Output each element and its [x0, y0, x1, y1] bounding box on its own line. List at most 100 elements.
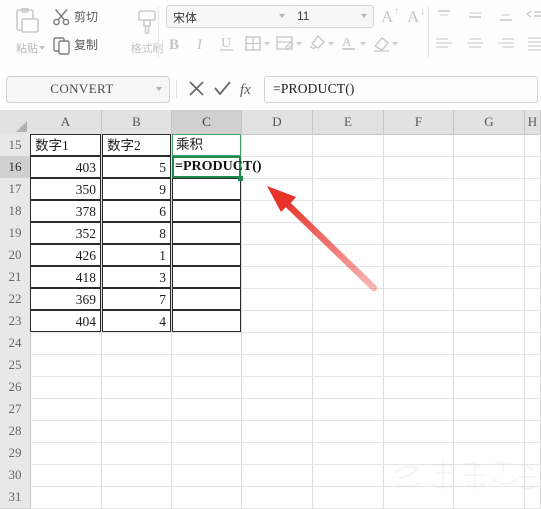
fx-icon[interactable]: fx: [238, 78, 259, 99]
row-header-24[interactable]: 24: [0, 332, 31, 355]
cell-C23[interactable]: [172, 310, 241, 332]
gridline-v: [241, 134, 242, 509]
shrink-font-icon[interactable]: A ↓: [405, 4, 429, 26]
font-size-caret-icon[interactable]: [361, 14, 367, 18]
cell-C17[interactable]: [172, 178, 241, 200]
cell-B17[interactable]: 9: [102, 178, 171, 200]
cell-C22[interactable]: [172, 288, 241, 310]
cell-A15[interactable]: 数字1: [30, 134, 101, 156]
row-header-17[interactable]: 17: [0, 178, 31, 201]
cut-button[interactable]: 剪切: [52, 5, 122, 31]
bold-icon[interactable]: B: [164, 31, 186, 55]
copy-button[interactable]: 复制: [52, 33, 122, 59]
align-top-icon[interactable]: [432, 5, 456, 29]
copy-icon: [53, 37, 70, 55]
align-bottom-icon[interactable]: [494, 5, 518, 29]
row-header-21[interactable]: 21: [0, 266, 31, 289]
row-header-28[interactable]: 28: [0, 420, 31, 443]
row-header-15[interactable]: 15: [0, 134, 31, 157]
row-header-18[interactable]: 18: [0, 200, 31, 223]
row-header-23[interactable]: 23: [0, 310, 31, 333]
column-header-C[interactable]: C: [172, 110, 242, 136]
row-header-16[interactable]: 16: [0, 156, 32, 179]
fill-handle[interactable]: [238, 176, 243, 181]
row-header-20[interactable]: 20: [0, 244, 31, 267]
underline-icon[interactable]: U: [216, 31, 238, 55]
cell-A20[interactable]: 426: [30, 244, 101, 266]
column-header-G[interactable]: G: [454, 110, 525, 135]
cell-C20[interactable]: [172, 244, 241, 266]
cell-A22[interactable]: 369: [30, 288, 101, 310]
cell-B20[interactable]: 1: [102, 244, 171, 266]
cell-B21[interactable]: 3: [102, 266, 171, 288]
column-header-E[interactable]: E: [313, 110, 384, 135]
cell-style-caret-icon[interactable]: [296, 42, 302, 46]
column-header-D[interactable]: D: [242, 110, 313, 135]
fill-color-icon[interactable]: [306, 31, 328, 55]
cell-B15[interactable]: 数字2: [102, 134, 171, 156]
column-header-A[interactable]: A: [30, 110, 102, 135]
spreadsheet-grid[interactable]: ABCDEFGH 15 16 17 18 19 20 21 22 23 24 25 26 27 28 29 3…: [0, 110, 541, 509]
cell-A23[interactable]: 404: [30, 310, 101, 332]
eraser-caret-icon[interactable]: [392, 42, 398, 46]
column-header-H[interactable]: H: [525, 110, 541, 135]
cell-B22[interactable]: 7: [102, 288, 171, 310]
row-header-19[interactable]: 19: [0, 222, 31, 245]
row-header-29[interactable]: 29: [0, 442, 31, 465]
borders-icon[interactable]: [242, 31, 264, 55]
borders-caret-icon[interactable]: [264, 42, 270, 46]
cell-A17[interactable]: 350: [30, 178, 101, 200]
font-name-caret-icon[interactable]: [279, 14, 285, 18]
indent-icon[interactable]: [524, 5, 541, 29]
align-right-icon[interactable]: [494, 33, 518, 57]
cell-B16[interactable]: 5: [102, 156, 171, 178]
confirm-icon[interactable]: [212, 78, 233, 99]
italic-icon[interactable]: I: [190, 31, 212, 55]
row-header-26[interactable]: 26: [0, 376, 31, 399]
cell-C15-text: 乘积: [176, 137, 203, 152]
cell-C18[interactable]: [172, 200, 241, 222]
cell-A18[interactable]: 378: [30, 200, 101, 222]
align-left-icon[interactable]: [432, 33, 456, 57]
svg-text:A: A: [381, 7, 394, 26]
column-header-B[interactable]: B: [102, 110, 172, 135]
font-color-icon[interactable]: A: [338, 31, 360, 55]
formula-input[interactable]: =PRODUCT(): [264, 76, 538, 103]
cell-A16[interactable]: 403: [30, 156, 101, 178]
paste-dropdown-caret[interactable]: [39, 46, 45, 50]
name-box[interactable]: CONVERT: [6, 76, 170, 103]
cell-C19[interactable]: [172, 222, 241, 244]
row-header-22[interactable]: 22: [0, 288, 31, 311]
cancel-icon[interactable]: [186, 78, 207, 99]
eraser-icon[interactable]: [370, 31, 392, 55]
row-header-31[interactable]: 31: [0, 486, 31, 509]
align-middle-icon[interactable]: [463, 5, 487, 29]
cell-style-icon[interactable]: [274, 31, 296, 55]
active-cell-editing-text: =PRODUCT(): [175, 159, 262, 174]
font-name-select[interactable]: 宋体: [166, 5, 292, 28]
align-center-icon[interactable]: [463, 33, 487, 57]
select-all-triangle-icon: [16, 121, 27, 132]
fill-color-caret-icon[interactable]: [328, 42, 334, 46]
select-all-corner[interactable]: [0, 110, 31, 135]
font-color-caret-icon[interactable]: [360, 42, 366, 46]
group-divider-1: [158, 6, 159, 58]
paste-button[interactable]: 粘贴: [4, 4, 50, 62]
row-header-27[interactable]: 27: [0, 398, 31, 421]
cell-B19[interactable]: 8: [102, 222, 171, 244]
cell-A21[interactable]: 418: [30, 266, 101, 288]
cell-C21[interactable]: [172, 266, 241, 288]
name-box-caret-icon[interactable]: [156, 87, 162, 91]
row-header-25[interactable]: 25: [0, 354, 31, 377]
font-size-select[interactable]: 11: [291, 5, 374, 28]
formula-input-value: =PRODUCT(): [273, 81, 355, 96]
row-header-30[interactable]: 30: [0, 464, 31, 487]
gridline-v: [383, 134, 384, 509]
cell-B23[interactable]: 4: [102, 310, 171, 332]
column-header-F[interactable]: F: [384, 110, 454, 135]
cell-A19[interactable]: 352: [30, 222, 101, 244]
cell-B18[interactable]: 6: [102, 200, 171, 222]
grow-font-icon[interactable]: A ↑: [379, 4, 403, 26]
justify-icon[interactable]: [524, 33, 541, 57]
svg-text:↑: ↑: [394, 6, 399, 17]
